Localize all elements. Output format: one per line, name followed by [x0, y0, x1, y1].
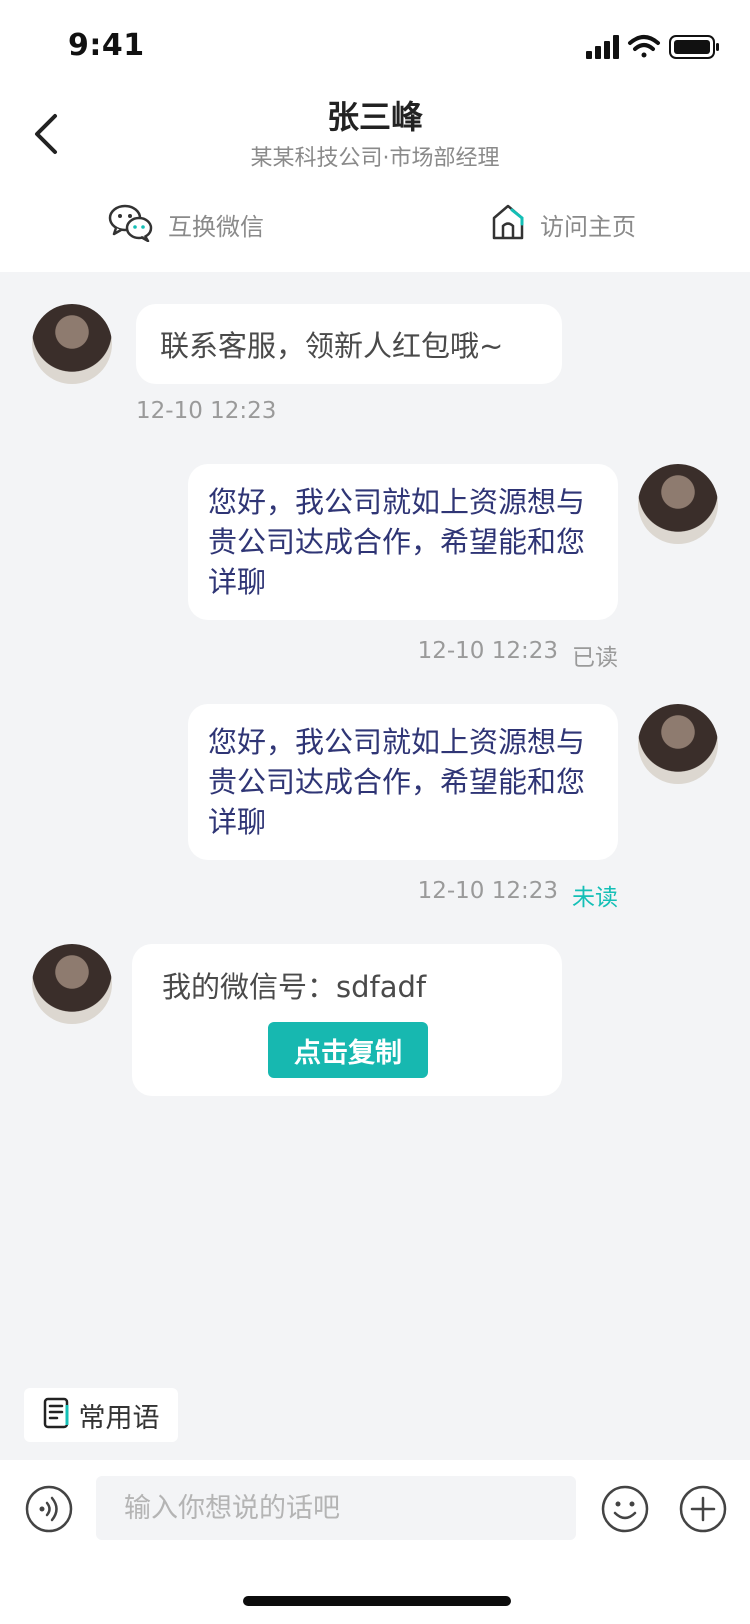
signal-icon: [586, 35, 619, 59]
home-icon: [490, 202, 526, 246]
visit-homepage-label: 访问主页: [540, 212, 636, 241]
message-text: 您好，我公司就如上资源想与贵公司达成合作，希望能和您详聊: [208, 725, 586, 839]
status-icons: [586, 32, 722, 62]
message-bubble-received: 联系客服，领新人红包哦~: [136, 304, 562, 384]
document-icon: [43, 1397, 71, 1433]
my-avatar[interactable]: [638, 464, 718, 544]
wechat-icon: [108, 202, 154, 246]
message-bubble-sent: 您好，我公司就如上资源想与贵公司达成合作，希望能和您详聊: [188, 464, 618, 620]
common-phrases-label: 常用语: [78, 1402, 160, 1434]
wechat-id-text: 我的微信号：sdfadf: [162, 970, 427, 1004]
battery-icon: [669, 35, 719, 59]
contact-avatar[interactable]: [32, 304, 112, 384]
copy-wechat-button[interactable]: 点击复制: [268, 1022, 428, 1078]
contact-subtitle: 某某科技公司·市场部经理: [250, 146, 500, 171]
home-indicator: [243, 1596, 511, 1606]
emoji-icon: [601, 1485, 649, 1533]
message-meta: 12-10 12:23 未读: [418, 878, 618, 912]
my-avatar[interactable]: [638, 704, 718, 784]
plus-icon: [679, 1485, 727, 1533]
visit-homepage-button[interactable]: 访问主页: [490, 198, 636, 250]
message-input[interactable]: [96, 1476, 576, 1540]
message-time: 12-10 12:23: [136, 398, 277, 424]
message-bubble-sent: 您好，我公司就如上资源想与贵公司达成合作，希望能和您详聊: [188, 704, 618, 860]
voice-icon: [25, 1485, 73, 1533]
more-button[interactable]: [678, 1484, 728, 1534]
status-time: 9:41: [68, 28, 145, 63]
exchange-wechat-label: 互换微信: [168, 212, 264, 241]
read-status: 已读: [572, 645, 618, 671]
common-phrases-button[interactable]: 常用语: [24, 1388, 178, 1442]
message-time: 12-10 12:23: [417, 878, 558, 904]
exchange-wechat-button[interactable]: 互换微信: [108, 198, 264, 250]
emoji-button[interactable]: [600, 1484, 650, 1534]
message-meta: 12-10 12:23 已读: [418, 638, 618, 672]
message-text: 您好，我公司就如上资源想与贵公司达成合作，希望能和您详聊: [208, 485, 586, 599]
message-text: 联系客服，领新人红包哦~: [160, 329, 504, 363]
contact-avatar[interactable]: [32, 944, 112, 1024]
contact-name: 张三峰: [326, 98, 423, 136]
unread-status: 未读: [572, 885, 618, 911]
message-time: 12-10 12:23: [417, 638, 558, 664]
wifi-icon: [628, 35, 660, 58]
voice-input-button[interactable]: [24, 1484, 74, 1534]
